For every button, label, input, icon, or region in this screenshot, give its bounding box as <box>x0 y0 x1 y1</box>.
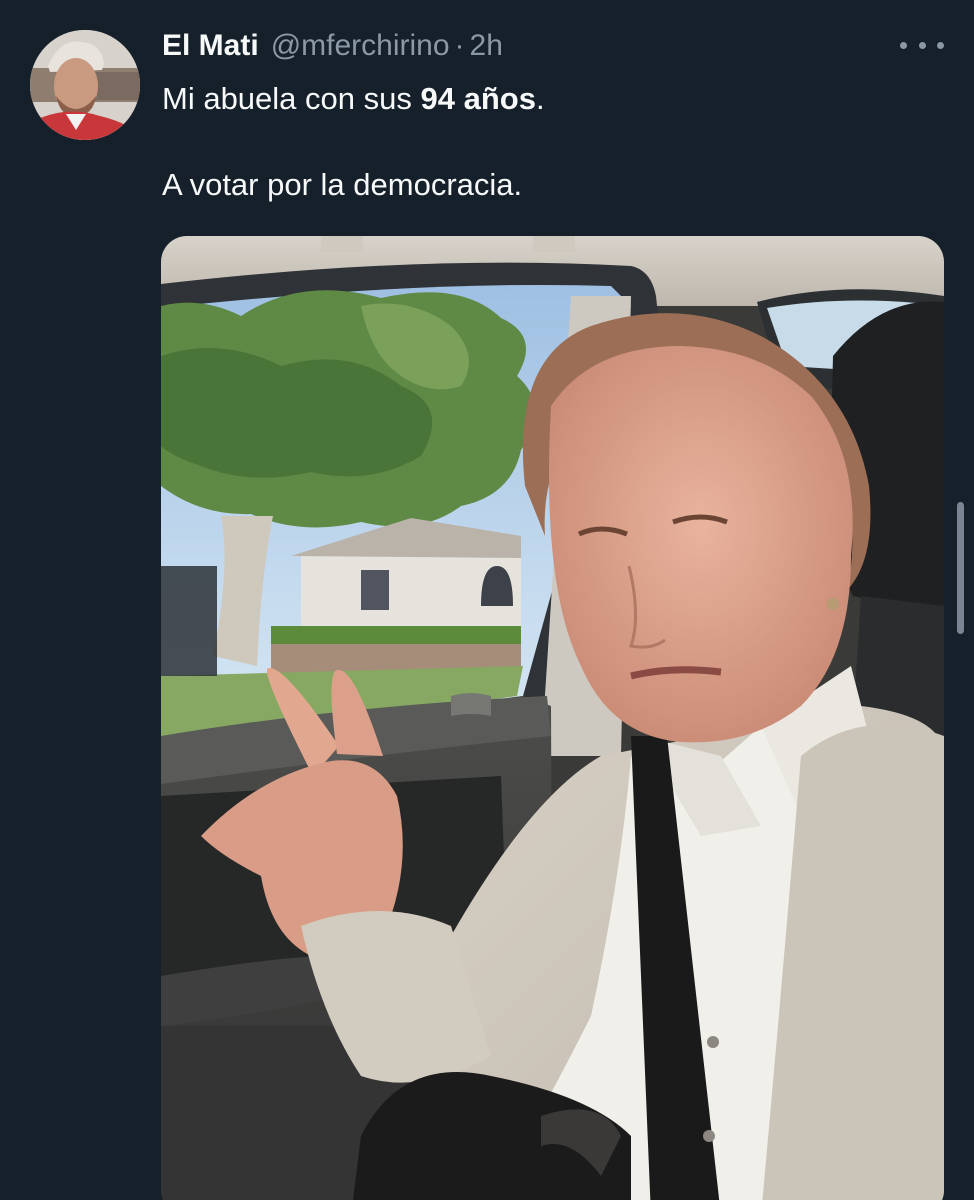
tweet-text-start: Mi abuela con sus <box>162 81 421 116</box>
more-dot <box>918 41 926 49</box>
more-dot <box>900 41 907 49</box>
tweet-photo[interactable] <box>161 236 944 1200</box>
tweet-header: El Mati @mferchirino · 2h <box>162 26 503 66</box>
tweet-text-line-1: Mi abuela con sus 94 años. <box>162 77 922 120</box>
photo-image <box>161 236 944 1200</box>
scrollbar[interactable] <box>957 502 964 634</box>
author-avatar[interactable] <box>30 30 140 140</box>
tweet-text: Mi abuela con sus 94 años. A votar por l… <box>162 77 922 206</box>
separator-dot: · <box>454 29 465 62</box>
tweet-text-end: . <box>535 81 545 116</box>
more-dot <box>937 41 944 49</box>
tweet-text-line-2: A votar por la democracia. <box>162 167 523 202</box>
more-horizontal-icon[interactable] <box>900 30 944 60</box>
author-name[interactable]: El Mati <box>162 26 259 66</box>
tweet-text-bold: 94 años <box>420 81 536 116</box>
author-handle[interactable]: @mferchirino <box>271 26 450 66</box>
avatar-photo <box>30 30 140 140</box>
tweet-timestamp[interactable]: 2h <box>470 26 503 66</box>
